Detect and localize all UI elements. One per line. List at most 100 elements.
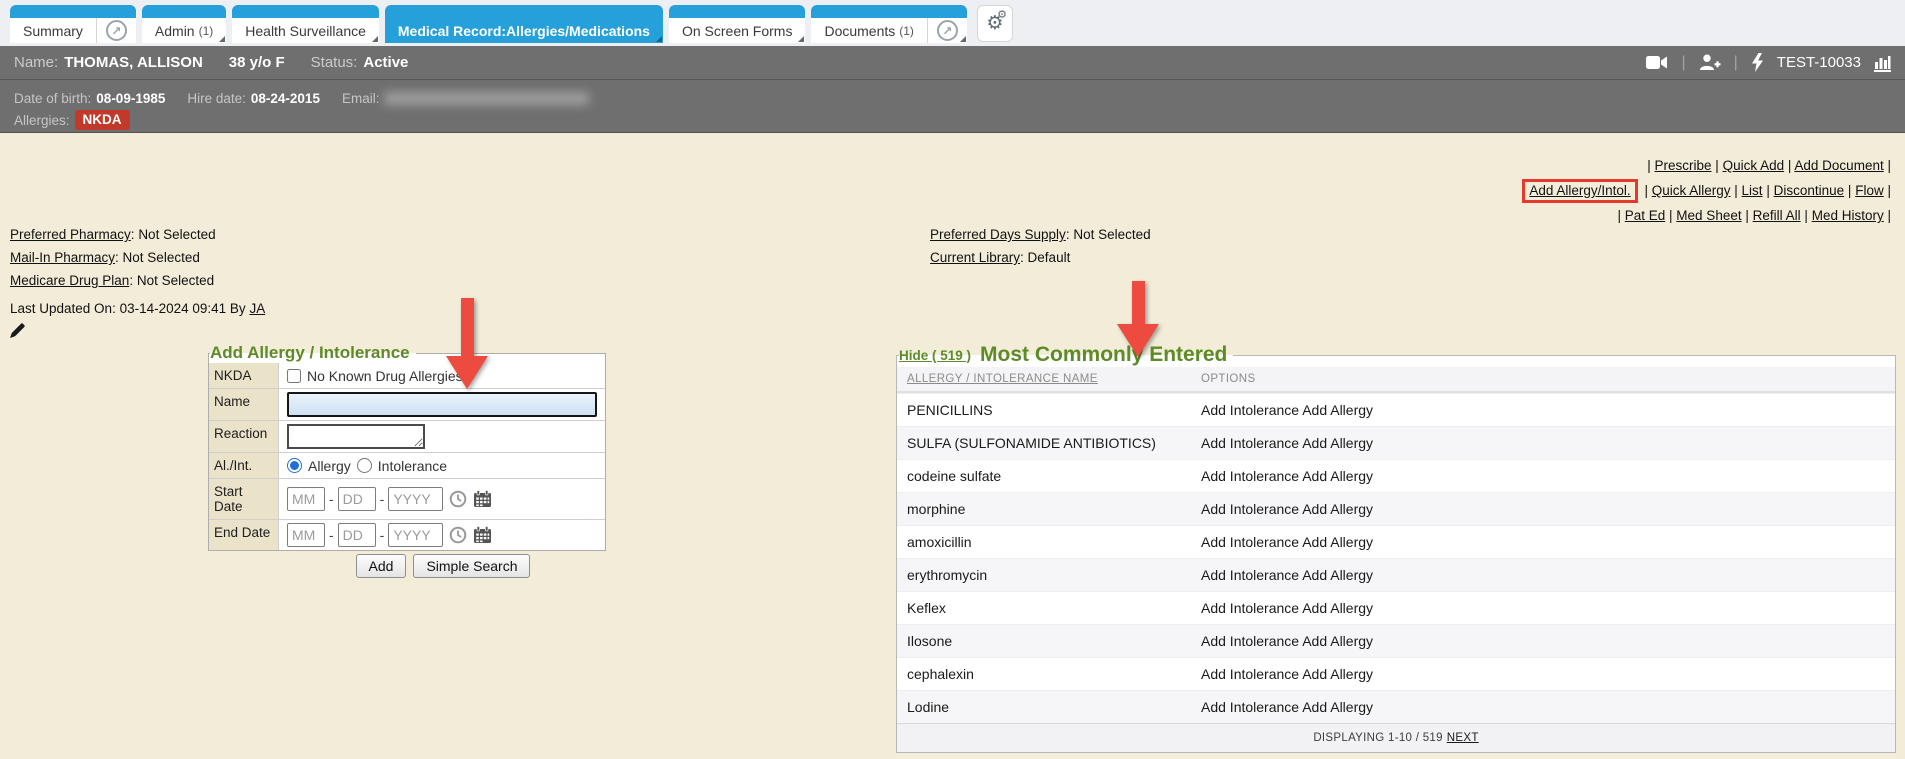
add-intolerance-link[interactable]: Add Intolerance (1201, 534, 1299, 550)
add-allergy-link[interactable]: Add Allergy (1302, 633, 1373, 649)
dob-value: 08-09-1985 (96, 91, 165, 106)
separator: | (1848, 183, 1852, 198)
end-month-input[interactable] (287, 523, 325, 547)
column-allergy-name[interactable]: ALLERGY / INTOLERANCE NAME (907, 373, 1201, 385)
allergy-name-input[interactable] (287, 392, 597, 417)
lightning-icon[interactable] (1751, 53, 1764, 72)
separator: | (1766, 183, 1770, 198)
video-camera-icon[interactable] (1646, 55, 1668, 70)
nkda-checkbox-label: No Known Drug Allergies (307, 368, 463, 384)
add-allergy-link[interactable]: Add Allergy (1302, 534, 1373, 550)
start-month-input[interactable] (287, 487, 325, 511)
reaction-input[interactable] (287, 424, 425, 449)
preferred-days-supply-link[interactable]: Preferred Days Supply (930, 227, 1066, 242)
last-updated-user-link[interactable]: JA (249, 301, 265, 316)
quick-add-link[interactable]: Quick Add (1723, 158, 1785, 173)
name-row: Name (209, 389, 605, 421)
allergy-name: erythromycin (907, 567, 1201, 583)
flow-link[interactable]: Flow (1855, 183, 1884, 198)
tab-documents[interactable]: Documents (1) ↗ (811, 5, 966, 43)
email-label: Email: (342, 91, 380, 106)
add-document-link[interactable]: Add Document (1794, 158, 1883, 173)
add-allergy-link[interactable]: Add Allergy (1302, 435, 1373, 451)
medicare-drug-plan-link[interactable]: Medicare Drug Plan (10, 273, 129, 288)
table-header: ALLERGY / INTOLERANCE NAME OPTIONS (897, 367, 1895, 393)
preferred-pharmacy-link[interactable]: Preferred Pharmacy (10, 227, 131, 242)
separator: | (1887, 158, 1891, 173)
add-person-icon[interactable] (1699, 54, 1721, 71)
discontinue-link[interactable]: Discontinue (1774, 183, 1845, 198)
separator: | (1669, 208, 1673, 223)
list-link[interactable]: List (1742, 183, 1763, 198)
add-allergy-link[interactable]: Add Allergy (1302, 600, 1373, 616)
end-date-label: End Date (209, 520, 279, 550)
edit-pencil-icon[interactable] (10, 323, 25, 338)
tab-summary[interactable]: Summary ↗ (10, 5, 136, 43)
hide-count-link[interactable]: Hide ( 519 ) (899, 348, 971, 363)
add-intolerance-link[interactable]: Add Intolerance (1201, 402, 1299, 418)
start-year-input[interactable] (388, 487, 443, 511)
add-allergy-link[interactable]: Add Allergy (1302, 501, 1373, 517)
med-history-link[interactable]: Med History (1812, 208, 1884, 223)
add-intolerance-link[interactable]: Add Intolerance (1201, 633, 1299, 649)
separator: | (1887, 183, 1891, 198)
add-intolerance-link[interactable]: Add Intolerance (1201, 567, 1299, 583)
current-library-link[interactable]: Current Library (930, 250, 1020, 265)
allergy-name: Lodine (907, 699, 1201, 715)
simple-search-button[interactable]: Simple Search (413, 554, 530, 578)
add-intolerance-link[interactable]: Add Intolerance (1201, 468, 1299, 484)
allergy-name: Ilosone (907, 633, 1201, 649)
tab-admin[interactable]: Admin (1) (142, 5, 226, 43)
add-intolerance-link[interactable]: Add Intolerance (1201, 501, 1299, 517)
tab-summary-popout[interactable]: ↗ (96, 18, 136, 43)
mail-in-pharmacy-link[interactable]: Mail-In Pharmacy (10, 250, 115, 265)
chart-icon[interactable] (1874, 54, 1891, 72)
table-row: erythromycin Add Intolerance Add Allergy (897, 558, 1895, 591)
add-allergy-link[interactable]: Add Allergy (1302, 699, 1373, 715)
tab-medical-record[interactable]: Medical Record:Allergies/Medications (385, 5, 663, 43)
start-calendar-icon[interactable] (473, 490, 492, 508)
table-row: amoxicillin Add Intolerance Add Allergy (897, 525, 1895, 558)
end-clock-icon[interactable] (449, 526, 467, 544)
prescribe-link[interactable]: Prescribe (1654, 158, 1711, 173)
patient-details-bar: Date of birth: 08-09-1985 Hire date: 08-… (0, 80, 1905, 133)
start-clock-icon[interactable] (449, 490, 467, 508)
preferred-days-supply-value: Not Selected (1073, 227, 1150, 242)
pat-ed-link[interactable]: Pat Ed (1625, 208, 1666, 223)
end-year-input[interactable] (388, 523, 443, 547)
separator: | (1681, 54, 1685, 72)
add-allergy-link[interactable]: Add Allergy (1302, 567, 1373, 583)
allergy-name: cephalexin (907, 666, 1201, 682)
add-allergy-link[interactable]: Add Allergy (1302, 468, 1373, 484)
add-allergy-link[interactable]: Add Allergy (1302, 666, 1373, 682)
intolerance-radio[interactable] (357, 458, 372, 473)
add-intolerance-link[interactable]: Add Intolerance (1201, 435, 1299, 451)
start-day-input[interactable] (338, 487, 376, 511)
patient-name-bar: Name: THOMAS, ALLISON 38 y/o F Status: A… (0, 46, 1905, 80)
add-allergy-link[interactable]: Add Allergy (1302, 402, 1373, 418)
add-intolerance-link[interactable]: Add Intolerance (1201, 600, 1299, 616)
add-button[interactable]: Add (356, 554, 407, 578)
tab-admin-label: Admin (155, 23, 195, 39)
table-footer: DISPLAYING 1-10 / 519NEXT (897, 723, 1895, 752)
allergy-radio[interactable] (287, 458, 302, 473)
nkda-checkbox[interactable] (287, 369, 301, 383)
add-allergy-intol-link[interactable]: Add Allergy/Intol. (1529, 183, 1630, 198)
quick-allergy-link[interactable]: Quick Allergy (1652, 183, 1731, 198)
nkda-label: NKDA (209, 363, 279, 388)
med-sheet-link[interactable]: Med Sheet (1676, 208, 1741, 223)
tab-on-screen-forms[interactable]: On Screen Forms (669, 5, 805, 43)
allergies-label: Allergies: (14, 113, 70, 128)
settings-button[interactable]: ⚙ ⚙ (977, 5, 1013, 42)
date-separator: - (380, 527, 385, 543)
next-page-link[interactable]: NEXT (1447, 732, 1479, 744)
add-intolerance-link[interactable]: Add Intolerance (1201, 666, 1299, 682)
refill-all-link[interactable]: Refill All (1753, 208, 1801, 223)
end-calendar-icon[interactable] (473, 526, 492, 544)
tab-corner-icon (372, 36, 378, 42)
tab-health-surveillance[interactable]: Health Surveillance (232, 5, 379, 43)
date-separator: - (380, 491, 385, 507)
end-day-input[interactable] (338, 523, 376, 547)
add-intolerance-link[interactable]: Add Intolerance (1201, 699, 1299, 715)
separator: | (1745, 208, 1749, 223)
